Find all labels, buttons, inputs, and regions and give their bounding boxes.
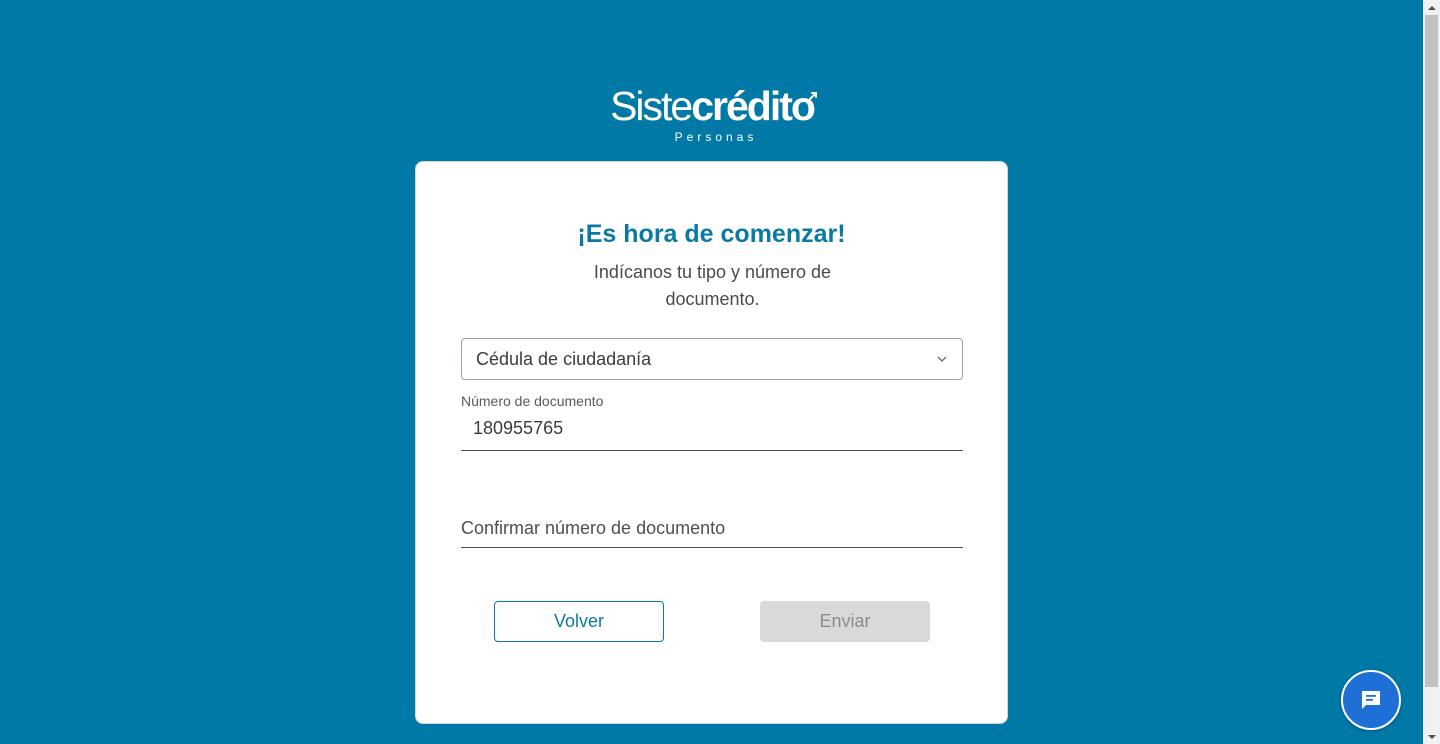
page-title: ¡Es hora de comenzar! [577,220,846,248]
logo-wordmark: Sistecrédito [594,84,830,128]
confirm-number-input[interactable] [461,502,963,547]
chevron-down-icon [937,356,947,362]
logo-arrow-icon [809,92,817,100]
logo-light-part: Siste [610,83,693,129]
chat-icon [1362,691,1380,709]
document-type-select[interactable]: Cédula de ciudadanía [461,338,963,380]
page-scrollbar[interactable] [1423,0,1440,744]
login-card: ¡Es hora de comenzar! Indícanos tu tipo … [415,161,1008,724]
scroll-thumb[interactable] [1425,15,1438,687]
page-subtitle: Indícanos tu tipo y número de documento. [593,262,832,309]
scroll-down-icon[interactable] [1423,729,1440,744]
send-button[interactable]: Enviar [760,601,930,642]
scroll-up-icon[interactable] [1423,0,1440,15]
document-number-input[interactable] [461,412,963,450]
document-number-label: Número de documento [461,393,604,409]
logo-bold-part: crédito [691,83,816,129]
logo-subtitle: Personas [674,130,758,144]
document-number-field [461,412,963,451]
document-type-value: Cédula de ciudadanía [476,348,652,369]
confirm-number-field [461,502,963,548]
chat-button[interactable] [1341,670,1401,730]
logo: Sistecrédito Personas [594,84,830,148]
back-button[interactable]: Volver [494,601,664,642]
